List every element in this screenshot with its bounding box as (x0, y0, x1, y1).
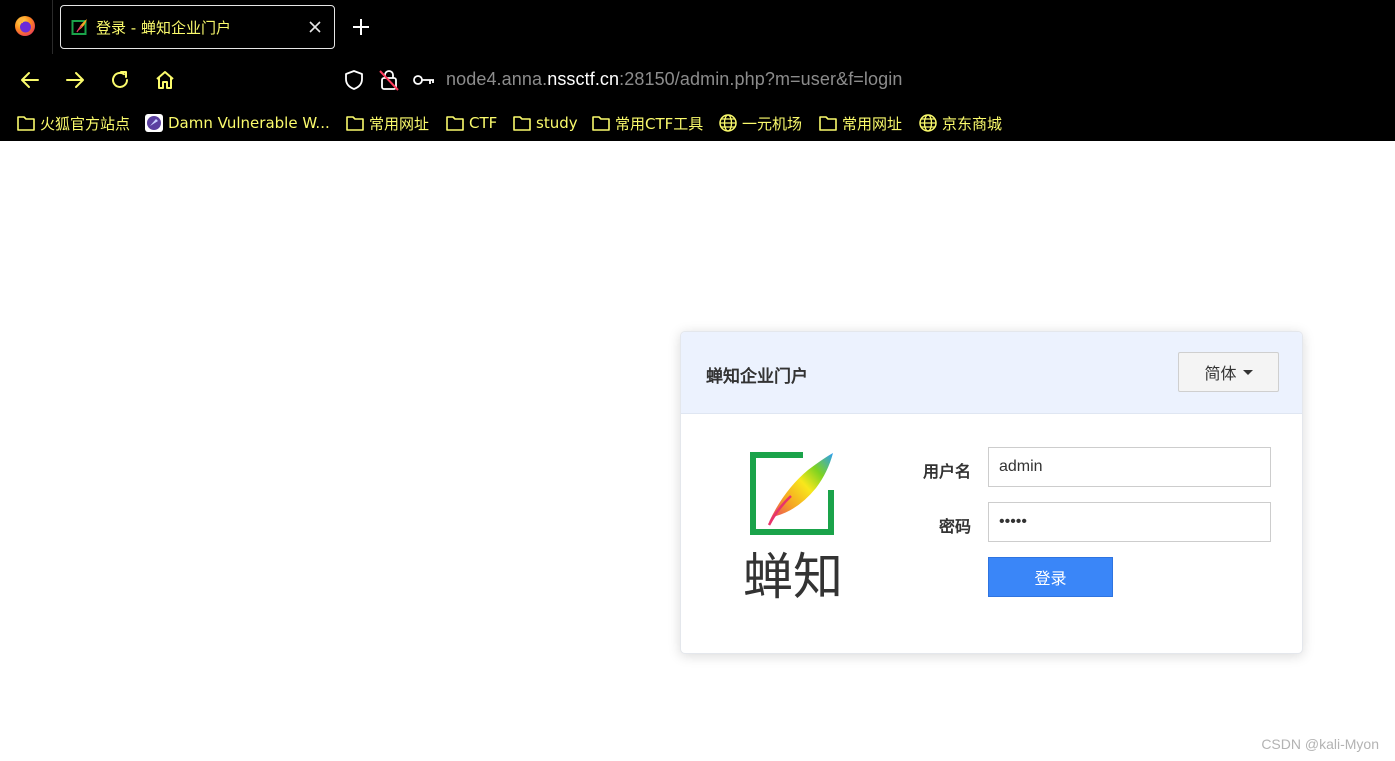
tab-title: 登录 - 蝉知企业门户 (96, 19, 231, 37)
bookmark-label: study (536, 114, 578, 132)
tab-active[interactable]: 登录 - 蝉知企业门户 (60, 5, 335, 49)
username-input[interactable] (988, 447, 1271, 487)
insecure-lock-icon[interactable] (378, 68, 400, 92)
tab-strip: 登录 - 蝉知企业门户 (0, 0, 1395, 54)
close-tab-icon[interactable] (306, 18, 324, 36)
new-tab-icon[interactable] (351, 17, 371, 37)
folder-icon (346, 116, 364, 131)
password-label: 密码 (938, 517, 971, 536)
chanzhi-logo: 蝉知 (743, 452, 843, 602)
forward-arrow-icon[interactable] (63, 68, 87, 92)
site-title: 蝉知企业门户 (706, 367, 808, 387)
bookmark-item[interactable]: 常用网址 (818, 112, 902, 134)
bookmark-item[interactable]: study (512, 112, 578, 134)
folder-icon (446, 116, 464, 131)
bookmarks-toolbar: 火狐官方站点 Damn Vulnerable W... 常用网址 CTF stu… (0, 106, 1395, 141)
folder-icon (17, 116, 35, 131)
bookmark-label: 火狐官方站点 (40, 114, 131, 133)
language-label: 简体 (1204, 364, 1237, 383)
navigation-bar: node4.anna.nssctf.cn:28150/admin.php?m=u… (0, 54, 1395, 106)
username-label: 用户名 (922, 462, 971, 481)
bookmark-label: 京东商城 (942, 114, 1003, 133)
bookmark-item[interactable]: 常用网址 (345, 112, 429, 134)
firefox-icon[interactable] (14, 15, 36, 37)
url-bar[interactable]: node4.anna.nssctf.cn:28150/admin.php?m=u… (446, 69, 902, 90)
login-panel: 蝉知企业门户 简体 蝉知 用户名 密码 (680, 331, 1303, 654)
tracking-protection-shield-icon[interactable] (343, 69, 365, 91)
reload-icon[interactable] (108, 68, 132, 92)
csdn-watermark: CSDN @kali-Myon (1261, 736, 1379, 752)
login-panel-header: 蝉知企业门户 简体 (681, 332, 1302, 414)
bookmark-label: 常用网址 (369, 114, 430, 133)
url-path: :28150/admin.php?m=user&f=login (619, 69, 903, 89)
bookmark-label: 常用网址 (842, 114, 903, 133)
back-arrow-icon[interactable] (18, 68, 42, 92)
folder-icon (592, 116, 610, 131)
bookmark-item[interactable]: 京东商城 (918, 112, 1002, 134)
bookmark-label: Damn Vulnerable W... (168, 114, 330, 132)
bookmark-item[interactable]: CTF (445, 112, 497, 134)
bookmark-item[interactable]: 一元机场 (718, 112, 802, 134)
bookmark-item[interactable]: Damn Vulnerable W... (144, 112, 330, 134)
page-content: 蝉知企业门户 简体 蝉知 用户名 密码 (0, 141, 1395, 761)
tab-separator (52, 0, 53, 54)
home-icon[interactable] (153, 68, 177, 92)
bookmark-item[interactable]: 火狐官方站点 (16, 112, 130, 134)
browser-chrome: 登录 - 蝉知企业门户 node4.anna.nssctf.cn:28150/a… (0, 0, 1395, 141)
login-button[interactable]: 登录 (988, 557, 1113, 597)
bookmark-label: CTF (469, 114, 498, 132)
globe-icon (719, 114, 737, 132)
caret-down-icon (1242, 369, 1253, 375)
url-host: nssctf.cn (547, 69, 620, 89)
logo-text: 蝉知 (743, 548, 843, 602)
bookmark-label: 常用CTF工具 (615, 114, 704, 133)
dvwa-icon (145, 114, 163, 132)
language-dropdown[interactable]: 简体 (1178, 352, 1279, 392)
chanzhi-favicon-icon (71, 19, 87, 35)
folder-icon (819, 116, 837, 131)
key-icon[interactable] (412, 71, 436, 89)
bookmark-label: 一元机场 (742, 114, 803, 133)
password-input[interactable] (988, 502, 1271, 542)
folder-icon (513, 116, 531, 131)
globe-icon (919, 114, 937, 132)
bookmark-item[interactable]: 常用CTF工具 (591, 112, 703, 134)
url-prefix: node4.anna. (446, 69, 548, 89)
